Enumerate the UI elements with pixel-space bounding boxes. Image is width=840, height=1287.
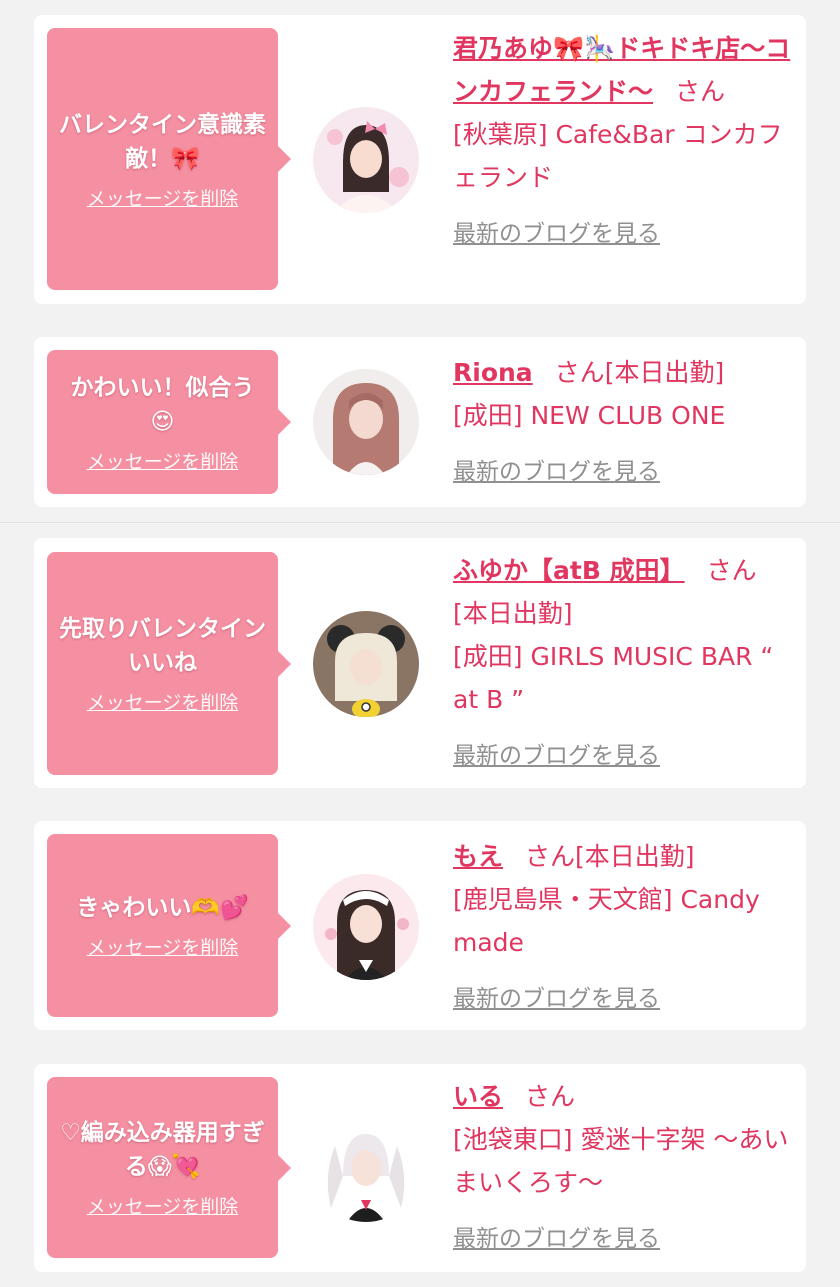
delete-message-link[interactable]: メッセージを削除 (87, 688, 239, 715)
honorific: さん (675, 77, 726, 106)
shop-text: [成田] NEW CLUB ONE (453, 401, 726, 430)
user-info: 君乃あゆ🎀🎠ドキドキ店〜コンカフェランド〜 さん [秋葉原] Cafe&Bar コ… (453, 27, 793, 256)
user-info: Riona さん[本日出勤] [成田] NEW CLUB ONE 最新のブログを見… (453, 351, 793, 494)
user-avatar[interactable] (313, 107, 419, 213)
honorific: さん (525, 842, 576, 871)
message-text: かわいい！似合う😍 (70, 374, 255, 435)
user-avatar[interactable] (313, 611, 419, 717)
latest-blog-link[interactable]: 最新のブログを見る (453, 735, 793, 778)
message-text: 先取りバレンタインいいね (59, 616, 266, 676)
delete-message-link[interactable]: メッセージを削除 (87, 184, 239, 211)
message-bubble: ♡編み込み器用すぎる😱💘 メッセージを削除 (47, 1077, 291, 1258)
honorific: さん (525, 1082, 576, 1111)
shop-text: [秋葉原] Cafe&Bar コンカフェランド (453, 120, 783, 192)
divider (0, 522, 840, 523)
status-text: [本日出勤] (604, 358, 725, 387)
girl-avatar-icon (313, 107, 419, 213)
delete-message-link[interactable]: メッセージを削除 (87, 933, 239, 960)
status-text: [本日出勤] (575, 842, 695, 871)
shop-text: [鹿児島県・天文館] Candy made (453, 885, 760, 957)
user-avatar[interactable] (313, 369, 419, 475)
latest-blog-link[interactable]: 最新のブログを見る (453, 213, 793, 256)
user-name-link[interactable]: いる (453, 1082, 503, 1111)
latest-blog-link[interactable]: 最新のブログを見る (453, 978, 793, 1021)
message-card: 先取りバレンタインいいね メッセージを削除 ふゆか【atB 成田】 さん [本日出… (34, 538, 806, 788)
message-bubble: かわいい！似合う😍 メッセージを削除 (47, 350, 291, 494)
message-card: かわいい！似合う😍 メッセージを削除 Riona さん[本日出勤] [成田] NE… (34, 337, 806, 507)
user-name-link[interactable]: もえ (453, 842, 503, 871)
user-avatar[interactable] (313, 874, 419, 980)
status-text: [本日出勤] (453, 599, 573, 628)
delete-message-link[interactable]: メッセージを削除 (87, 1192, 239, 1219)
girl-avatar-icon (313, 1116, 419, 1222)
message-text: ♡編み込み器用すぎる😱💘 (60, 1120, 265, 1180)
message-text: バレンタイン意識素敵！🎀 (59, 111, 266, 172)
girl-avatar-icon (313, 874, 419, 980)
user-name-link[interactable]: ふゆか【atB 成田】 (453, 556, 685, 585)
user-info: もえ さん[本日出勤] [鹿児島県・天文館] Candy made 最新のブログを… (453, 835, 793, 1021)
message-bubble: 先取りバレンタインいいね メッセージを削除 (47, 552, 291, 775)
message-bubble: きゃわいい🫶💕 メッセージを削除 (47, 834, 291, 1017)
message-card: きゃわいい🫶💕 メッセージを削除 もえ さん[本日出勤] [鹿児島県・天文館] C… (34, 821, 806, 1030)
shop-text: [池袋東口] 愛迷十字架 〜あいまいくろす〜 (453, 1125, 789, 1197)
girl-avatar-icon (313, 611, 419, 717)
user-name-link[interactable]: Riona (453, 358, 533, 387)
latest-blog-link[interactable]: 最新のブログを見る (453, 1218, 793, 1261)
shop-text: [成田] GIRLS MUSIC BAR “ at B ” (453, 642, 774, 714)
delete-message-link[interactable]: メッセージを削除 (87, 447, 239, 474)
user-info: ふゆか【atB 成田】 さん [本日出勤] [成田] GIRLS MUSIC BA… (453, 549, 793, 778)
user-name-link[interactable]: 君乃あゆ🎀🎠ドキドキ店〜コンカフェランド〜 (453, 34, 790, 106)
message-text: きゃわいい🫶💕 (76, 895, 249, 921)
message-bubble: バレンタイン意識素敵！🎀 メッセージを削除 (47, 28, 291, 290)
message-card: ♡編み込み器用すぎる😱💘 メッセージを削除 いる さん [池袋東口] 愛迷十字架 … (34, 1064, 806, 1272)
honorific: さん (706, 556, 757, 585)
honorific: さん (554, 358, 605, 387)
message-card: バレンタイン意識素敵！🎀 メッセージを削除 君乃あゆ🎀🎠ドキドキ店〜コンカフェラ… (34, 15, 806, 304)
user-info: いる さん [池袋東口] 愛迷十字架 〜あいまいくろす〜 最新のブログを見る (453, 1075, 793, 1261)
latest-blog-link[interactable]: 最新のブログを見る (453, 451, 793, 494)
user-avatar[interactable] (313, 1116, 419, 1222)
girl-avatar-icon (313, 369, 419, 475)
